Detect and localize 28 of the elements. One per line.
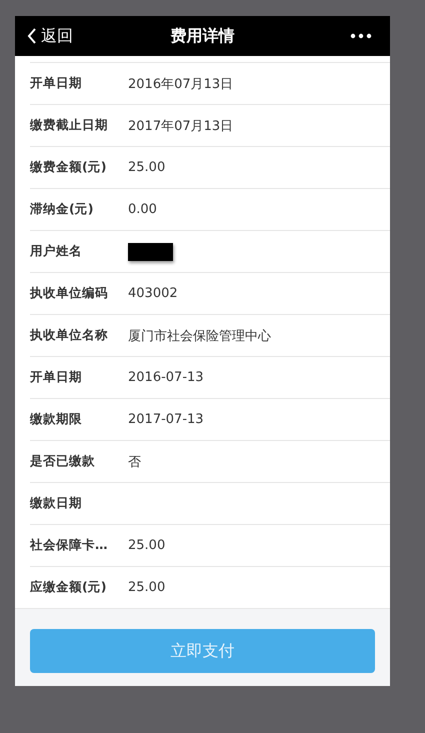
field-value: 2017-07-13 bbox=[128, 412, 204, 427]
field-label: 执收单位编码 bbox=[30, 285, 109, 302]
field-label: 是否已缴款 bbox=[30, 453, 96, 470]
field-value: 否 bbox=[128, 454, 141, 470]
field-value: 25.00 bbox=[128, 160, 166, 175]
field-label: 缴费金额(元) bbox=[30, 159, 108, 176]
field-value: 厦门市社会保险管理中心 bbox=[128, 328, 271, 344]
field-value: 0.00 bbox=[128, 202, 157, 217]
page-title: 费用详情 bbox=[170, 26, 234, 46]
field-label: 执收单位名称 bbox=[30, 327, 109, 344]
field-label: 缴款日期 bbox=[30, 495, 83, 512]
back-link[interactable]: 返回 bbox=[27, 26, 73, 46]
field-value: 2017年07月13日 bbox=[128, 118, 234, 134]
field-value: 2016-07-13 bbox=[128, 370, 204, 385]
field-label: 社会保障卡… bbox=[30, 537, 108, 554]
field-label: 缴款期限 bbox=[30, 411, 83, 428]
field-value: 403002 bbox=[128, 286, 178, 301]
field-value: 25.00 bbox=[128, 538, 166, 553]
field-label: 用户姓名 bbox=[30, 243, 83, 260]
field-label: 应缴金额(元) bbox=[30, 579, 108, 596]
field-label: 缴费截止日期 bbox=[30, 117, 109, 134]
field-label: 开单日期 bbox=[30, 369, 83, 386]
field-label: 滞纳金(元) bbox=[30, 201, 94, 218]
more-icon[interactable] bbox=[350, 33, 372, 39]
field-value: 25.00 bbox=[128, 580, 166, 595]
field-label: 开单日期 bbox=[30, 75, 83, 92]
field-value: 2016年07月13日 bbox=[128, 76, 234, 92]
back-icon bbox=[27, 28, 37, 44]
